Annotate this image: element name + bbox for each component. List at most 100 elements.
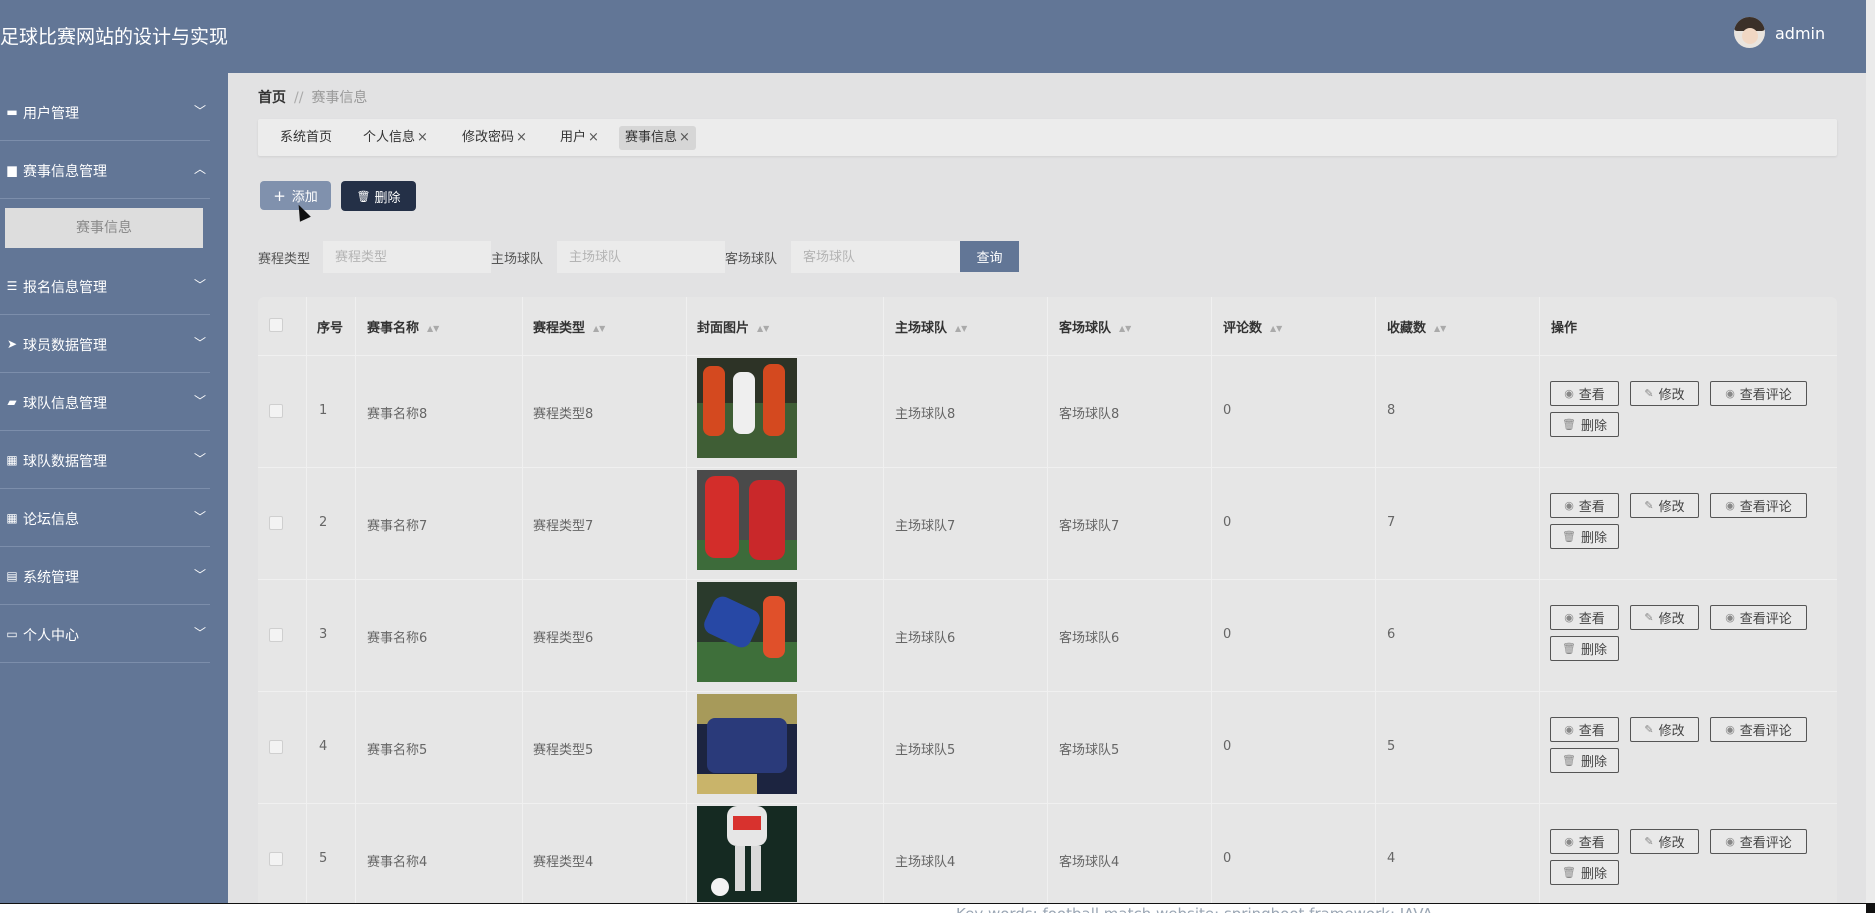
- sidebar-item-personal-center[interactable]: ▭ 个人中心 ﹀: [0, 607, 210, 663]
- tab-personal-info[interactable]: 个人信息 ×: [357, 126, 434, 150]
- row-checkbox[interactable]: [269, 516, 283, 530]
- edit-icon: ✎: [1644, 723, 1654, 736]
- row-divider: [258, 691, 1837, 692]
- sort-icon[interactable]: ▲▼: [1270, 324, 1282, 332]
- view-button[interactable]: ◉ 查看: [1550, 605, 1619, 630]
- select-all-checkbox[interactable]: [269, 318, 283, 332]
- close-icon[interactable]: ×: [588, 130, 599, 145]
- edit-label: 修改: [1658, 724, 1685, 739]
- username[interactable]: admin: [1775, 24, 1825, 43]
- sidebar-item-label: 系统管理: [23, 570, 79, 586]
- sort-icon[interactable]: ▲▼: [1119, 324, 1131, 332]
- sort-icon[interactable]: ▲▼: [1434, 324, 1446, 332]
- sidebar-item-team-data[interactable]: ▦ 球队数据管理 ﹀: [0, 433, 210, 489]
- sidebar-item-system-management[interactable]: ▤ 系统管理 ﹀: [0, 549, 210, 605]
- page-scrollbar[interactable]: [1866, 0, 1875, 913]
- view-comments-button[interactable]: ◉ 查看评论: [1710, 717, 1807, 742]
- row-checkbox[interactable]: [269, 628, 283, 642]
- row-delete-button[interactable]: 🗑 删除: [1550, 860, 1619, 885]
- close-icon[interactable]: ×: [417, 130, 428, 145]
- breadcrumb-home[interactable]: 首页: [258, 90, 286, 106]
- row-delete-button[interactable]: 🗑 删除: [1550, 748, 1619, 773]
- view-comments-label: 查看评论: [1739, 612, 1792, 627]
- view-comments-button[interactable]: ◉ 查看评论: [1710, 829, 1807, 854]
- row-delete-button[interactable]: 🗑 删除: [1550, 636, 1619, 661]
- cell-type: 赛程类型5: [533, 743, 594, 758]
- chevron-down-icon: ﹀: [194, 104, 207, 118]
- sidebar-item-label: 球队信息管理: [23, 396, 107, 412]
- cover-image: [697, 358, 797, 458]
- view-label: 查看: [1578, 724, 1605, 739]
- close-icon[interactable]: ×: [679, 130, 690, 145]
- ticket-icon: ▰: [7, 395, 17, 409]
- avatar[interactable]: [1734, 17, 1765, 48]
- cell-away-team: 客场球队5: [1059, 743, 1120, 758]
- home-team-input[interactable]: [557, 241, 725, 273]
- sidebar-item-player-data[interactable]: ➤ 球员数据管理 ﹀: [0, 317, 210, 373]
- row-divider: [258, 803, 1837, 804]
- view-button[interactable]: ◉ 查看: [1550, 829, 1619, 854]
- column-divider: [1047, 297, 1048, 908]
- list-icon: ☰: [6, 279, 18, 293]
- trash-icon: 🗑: [1562, 866, 1576, 879]
- schedule-type-input[interactable]: [323, 241, 491, 273]
- row-checkbox[interactable]: [269, 404, 283, 418]
- tab-user[interactable]: 用户 ×: [554, 126, 605, 150]
- edit-button[interactable]: ✎ 修改: [1630, 829, 1699, 854]
- eye-icon: ◉: [1725, 835, 1735, 848]
- view-label: 查看: [1578, 500, 1605, 515]
- tab-change-password[interactable]: 修改密码 ×: [456, 126, 533, 150]
- sidebar-item-label: 球员数据管理: [23, 338, 107, 354]
- sort-icon[interactable]: ▲▼: [427, 324, 439, 332]
- query-button[interactable]: 查询: [960, 241, 1019, 272]
- tab-system-home[interactable]: 系统首页: [274, 126, 338, 150]
- view-comments-button[interactable]: ◉ 查看评论: [1710, 493, 1807, 518]
- sidebar-item-registration-management[interactable]: ☰ 报名信息管理 ﹀: [0, 259, 210, 315]
- view-button[interactable]: ◉ 查看: [1550, 493, 1619, 518]
- view-comments-button[interactable]: ◉ 查看评论: [1710, 381, 1807, 406]
- sidebar-item-team-info[interactable]: ▰ 球队信息管理 ﹀: [0, 375, 210, 431]
- sidebar-item-match-management[interactable]: ▆ 赛事信息管理 ︿: [0, 143, 210, 199]
- delete-button[interactable]: 🗑 删除: [341, 181, 416, 211]
- column-header-comments[interactable]: 评论数 ▲▼: [1223, 317, 1282, 336]
- row-checkbox[interactable]: [269, 852, 283, 866]
- row-delete-button[interactable]: 🗑 删除: [1550, 524, 1619, 549]
- column-header-cover[interactable]: 封面图片 ▲▼: [697, 317, 769, 336]
- chevron-down-icon: ﹀: [194, 510, 207, 524]
- column-header-label: 收藏数: [1387, 321, 1427, 336]
- sort-icon[interactable]: ▲▼: [757, 324, 769, 332]
- column-header-home[interactable]: 主场球队 ▲▼: [895, 317, 967, 336]
- edit-button[interactable]: ✎ 修改: [1630, 381, 1699, 406]
- column-header-type[interactable]: 赛程类型 ▲▼: [533, 317, 605, 336]
- tab-label: 用户: [560, 130, 587, 145]
- row-checkbox[interactable]: [269, 740, 283, 754]
- sidebar-item-user-management[interactable]: ▬ 用户管理 ﹀: [0, 85, 210, 141]
- cell-away-team: 客场球队6: [1059, 631, 1120, 646]
- away-team-input[interactable]: [791, 241, 960, 273]
- chevron-down-icon: ﹀: [194, 568, 207, 582]
- edit-button[interactable]: ✎ 修改: [1630, 493, 1699, 518]
- column-header-name[interactable]: 赛事名称 ▲▼: [367, 317, 439, 336]
- view-button[interactable]: ◉ 查看: [1550, 381, 1619, 406]
- cell-home-team: 主场球队7: [895, 519, 956, 534]
- view-comments-button[interactable]: ◉ 查看评论: [1710, 605, 1807, 630]
- sort-icon[interactable]: ▲▼: [955, 324, 967, 332]
- match-table: 序号 赛事名称 ▲▼ 赛程类型 ▲▼ 封面图片 ▲▼ 主场球队 ▲▼ 客场球队 ▲▼ 评论…: [258, 297, 1837, 908]
- sidebar-subitem-match-info[interactable]: 赛事信息: [5, 208, 203, 248]
- view-button[interactable]: ◉ 查看: [1550, 717, 1619, 742]
- cell-name: 赛事名称4: [367, 855, 428, 870]
- sidebar-item-label: 用户管理: [23, 106, 79, 122]
- cover-image: [697, 470, 797, 570]
- card-icon: ▭: [6, 627, 18, 641]
- edit-button[interactable]: ✎ 修改: [1630, 717, 1699, 742]
- edit-button[interactable]: ✎ 修改: [1630, 605, 1699, 630]
- tab-match-info[interactable]: 赛事信息 ×: [619, 126, 696, 150]
- column-header-away[interactable]: 客场球队 ▲▼: [1059, 317, 1131, 336]
- row-delete-button[interactable]: 🗑 删除: [1550, 412, 1619, 437]
- column-header-favorites[interactable]: 收藏数 ▲▼: [1387, 317, 1446, 336]
- view-comments-label: 查看评论: [1739, 388, 1792, 403]
- sidebar-item-forum[interactable]: ▦ 论坛信息 ﹀: [0, 491, 210, 547]
- edit-label: 修改: [1658, 388, 1685, 403]
- sort-icon[interactable]: ▲▼: [593, 324, 605, 332]
- close-icon[interactable]: ×: [516, 130, 527, 145]
